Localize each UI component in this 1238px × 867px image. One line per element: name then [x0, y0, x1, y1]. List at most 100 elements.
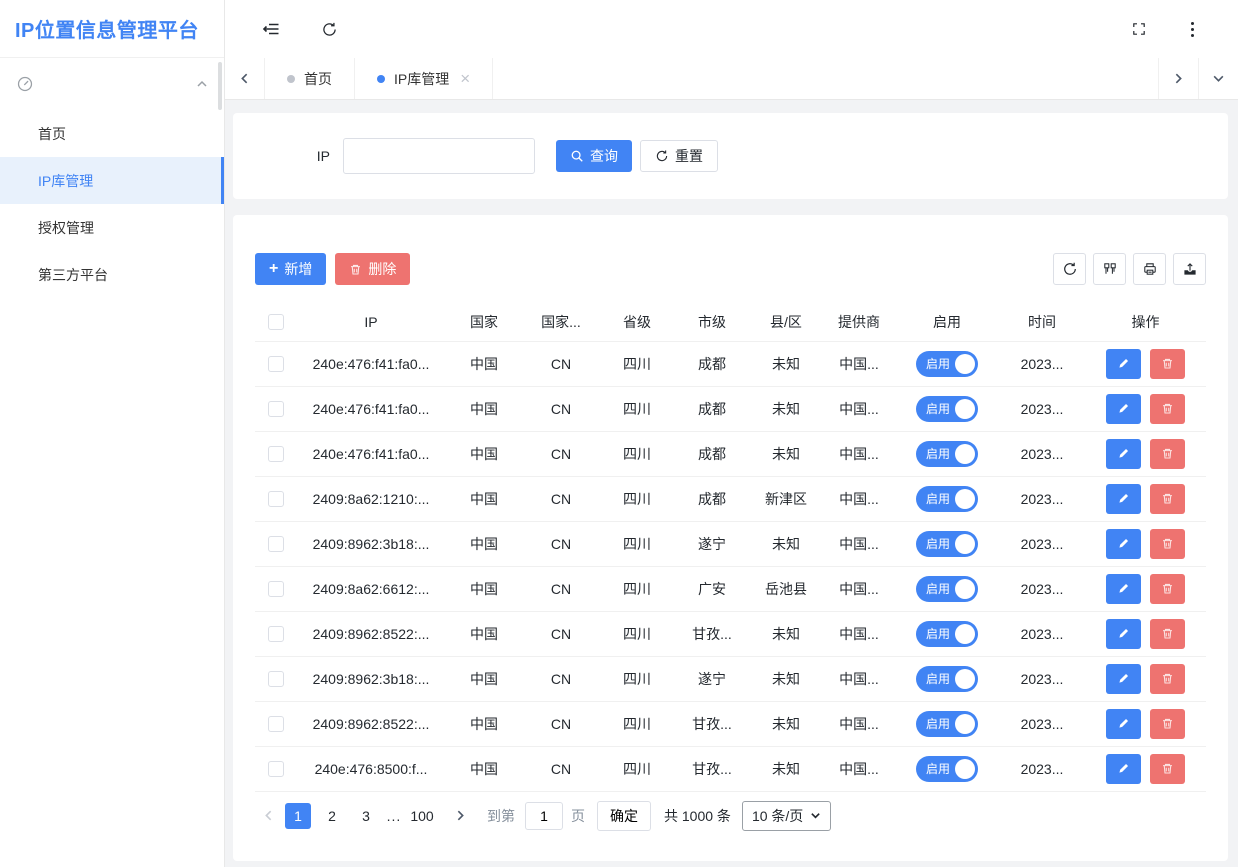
- delete-button[interactable]: [1150, 439, 1185, 469]
- edit-button[interactable]: [1106, 709, 1141, 739]
- row-checkbox[interactable]: [268, 761, 284, 777]
- enable-toggle[interactable]: 启用: [916, 531, 978, 557]
- chevron-right-icon: [1172, 72, 1185, 85]
- row-checkbox[interactable]: [268, 716, 284, 732]
- ip-search-input[interactable]: [343, 138, 535, 174]
- sidebar-menu: 首页 IP库管理 授权管理 第三方平台: [0, 110, 224, 298]
- row-checkbox[interactable]: [268, 401, 284, 417]
- delete-button[interactable]: [1150, 349, 1185, 379]
- edit-button[interactable]: [1106, 754, 1141, 784]
- sidebar-scrollbar[interactable]: [218, 62, 222, 110]
- page-ellipsis[interactable]: ...: [383, 808, 405, 824]
- enable-toggle[interactable]: 启用: [916, 711, 978, 737]
- edit-button[interactable]: [1106, 394, 1141, 424]
- cell-time: 2023...: [999, 701, 1085, 746]
- more-options-button[interactable]: [1191, 22, 1194, 37]
- batch-delete-button[interactable]: 删除: [335, 253, 410, 285]
- enable-toggle[interactable]: 启用: [916, 351, 978, 377]
- column-settings-button[interactable]: [1093, 253, 1126, 285]
- delete-button[interactable]: [1150, 574, 1185, 604]
- refresh-page-button[interactable]: [321, 21, 338, 38]
- page-button-2[interactable]: 2: [319, 803, 345, 829]
- confirm-goto-button[interactable]: 确定: [597, 801, 651, 831]
- cell-provider: 中国...: [823, 476, 895, 521]
- delete-button[interactable]: [1150, 709, 1185, 739]
- cell-time: 2023...: [999, 656, 1085, 701]
- fullscreen-button[interactable]: [1131, 21, 1147, 37]
- print-button[interactable]: [1133, 253, 1166, 285]
- next-page-button[interactable]: [447, 803, 473, 829]
- edit-button[interactable]: [1106, 574, 1141, 604]
- table-header-row: IP 国家 国家... 省级 市级 县/区 提供商 启用 时间 操作: [255, 303, 1206, 341]
- row-checkbox[interactable]: [268, 671, 284, 687]
- row-checkbox[interactable]: [268, 446, 284, 462]
- delete-button[interactable]: [1150, 664, 1185, 694]
- tabs-scroll-left-button[interactable]: [225, 58, 265, 99]
- header-ops: 操作: [1085, 303, 1206, 341]
- cell-city: 成都: [675, 431, 749, 476]
- tab-close-icon[interactable]: ×: [460, 70, 470, 87]
- cell-provider: 中国...: [823, 611, 895, 656]
- edit-button[interactable]: [1106, 619, 1141, 649]
- trash-icon: [1161, 717, 1174, 730]
- edit-button[interactable]: [1106, 349, 1141, 379]
- add-button[interactable]: + 新增: [255, 253, 326, 285]
- export-button[interactable]: [1173, 253, 1206, 285]
- sidebar-item-authorization[interactable]: 授权管理: [0, 204, 224, 251]
- pencil-icon: [1117, 357, 1130, 370]
- page-button-1[interactable]: 1: [285, 803, 311, 829]
- cell-ip: 2409:8962:8522:...: [297, 611, 445, 656]
- sidebar-item-ip-library[interactable]: IP库管理: [0, 157, 224, 204]
- table-row: 2409:8962:3b18:... 中国 CN 四川 遂宁 未知 中国... …: [255, 656, 1206, 701]
- delete-button[interactable]: [1150, 619, 1185, 649]
- edit-button[interactable]: [1106, 484, 1141, 514]
- collapse-sidebar-button[interactable]: [261, 19, 281, 39]
- page-button-3[interactable]: 3: [353, 803, 379, 829]
- table-row: 240e:476:f41:fa0... 中国 CN 四川 成都 未知 中国...…: [255, 386, 1206, 431]
- search-panel: IP 查询 重置: [233, 113, 1228, 199]
- tabs-scroll-right-button[interactable]: [1158, 58, 1198, 99]
- select-all-checkbox[interactable]: [268, 314, 284, 330]
- table-row: 240e:476:8500:f... 中国 CN 四川 甘孜... 未知 中国.…: [255, 746, 1206, 791]
- edit-button[interactable]: [1106, 439, 1141, 469]
- prev-page-button[interactable]: [255, 803, 281, 829]
- sidebar-group-header[interactable]: [0, 58, 224, 110]
- edit-button[interactable]: [1106, 529, 1141, 559]
- enable-toggle[interactable]: 启用: [916, 756, 978, 782]
- row-checkbox[interactable]: [268, 626, 284, 642]
- tab-home[interactable]: 首页: [265, 58, 355, 99]
- trash-icon: [349, 263, 362, 276]
- enable-toggle[interactable]: 启用: [916, 486, 978, 512]
- toggle-knob-icon: [955, 444, 975, 464]
- app-logo: IP位置信息管理平台: [0, 0, 224, 58]
- pencil-icon: [1117, 762, 1130, 775]
- enable-toggle[interactable]: 启用: [916, 576, 978, 602]
- cell-province: 四川: [599, 521, 675, 566]
- sidebar-item-home[interactable]: 首页: [0, 110, 224, 157]
- cell-country-code: CN: [523, 701, 599, 746]
- enable-toggle[interactable]: 启用: [916, 441, 978, 467]
- page-button-100[interactable]: 100: [409, 803, 435, 829]
- reset-button[interactable]: 重置: [640, 140, 718, 172]
- cell-country: 中国: [445, 476, 523, 521]
- goto-page-input[interactable]: [525, 802, 563, 830]
- delete-button[interactable]: [1150, 754, 1185, 784]
- edit-button[interactable]: [1106, 664, 1141, 694]
- row-checkbox[interactable]: [268, 356, 284, 372]
- refresh-table-button[interactable]: [1053, 253, 1086, 285]
- enable-toggle[interactable]: 启用: [916, 666, 978, 692]
- row-checkbox[interactable]: [268, 581, 284, 597]
- page-size-select[interactable]: 10 条/页: [742, 801, 831, 831]
- query-button[interactable]: 查询: [556, 140, 632, 172]
- tab-ip-library[interactable]: IP库管理 ×: [355, 58, 493, 99]
- tabs-menu-button[interactable]: [1198, 58, 1238, 99]
- cell-district: 未知: [749, 521, 823, 566]
- delete-button[interactable]: [1150, 484, 1185, 514]
- row-checkbox[interactable]: [268, 491, 284, 507]
- delete-button[interactable]: [1150, 394, 1185, 424]
- enable-toggle[interactable]: 启用: [916, 621, 978, 647]
- enable-toggle[interactable]: 启用: [916, 396, 978, 422]
- sidebar-item-third-party[interactable]: 第三方平台: [0, 251, 224, 298]
- delete-button[interactable]: [1150, 529, 1185, 559]
- row-checkbox[interactable]: [268, 536, 284, 552]
